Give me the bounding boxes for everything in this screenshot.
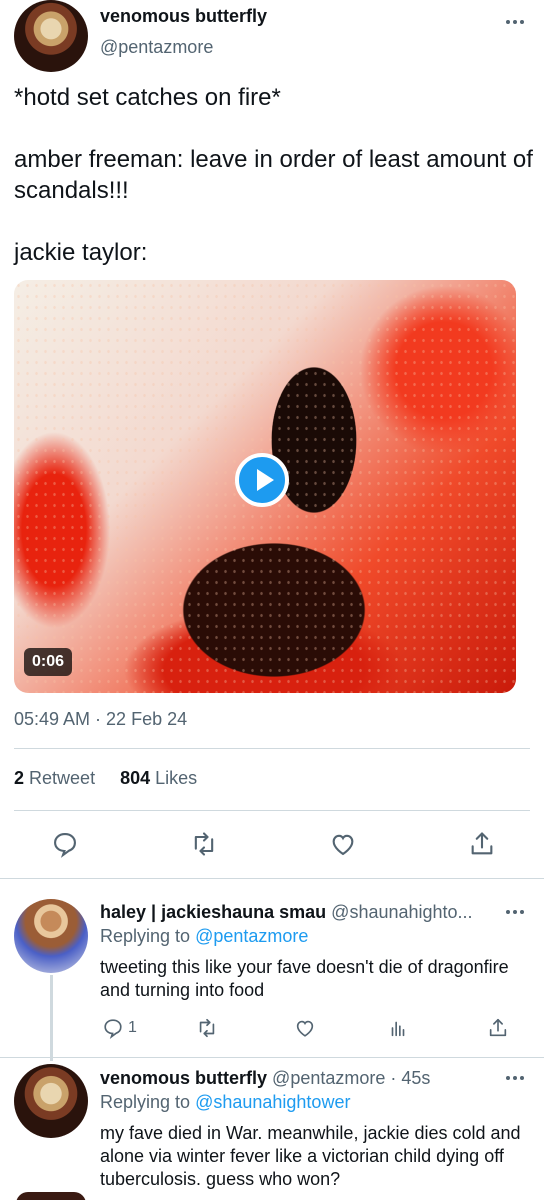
- reply-count: 1: [128, 1019, 137, 1036]
- reply-author-handle[interactable]: @shaunahighto...: [331, 902, 472, 922]
- replying-to: Replying to @shaunahightower: [100, 1092, 350, 1113]
- share-icon[interactable]: [487, 1016, 509, 1040]
- thread-line: [50, 975, 53, 1061]
- reply-author-name[interactable]: haley | jackieshauna smau: [100, 902, 326, 922]
- like-count[interactable]: 804: [120, 768, 150, 788]
- more-options-icon[interactable]: [504, 18, 526, 26]
- reply-avatar[interactable]: [14, 1064, 88, 1138]
- replying-to: Replying to @pentazmore: [100, 926, 308, 947]
- reply-time[interactable]: · 45s: [390, 1068, 430, 1088]
- like-icon[interactable]: [294, 1016, 316, 1040]
- author-avatar[interactable]: [14, 0, 88, 72]
- retweet-icon[interactable]: [189, 829, 219, 859]
- like-label[interactable]: Likes: [155, 768, 197, 788]
- reply-text: tweeting this like your fave doesn't die…: [100, 957, 509, 1000]
- more-options-icon[interactable]: [504, 908, 526, 916]
- next-reply-avatar[interactable]: [16, 1192, 86, 1200]
- reply-header: venomous butterfly @pentazmore · 45s: [100, 1068, 430, 1089]
- tweet-timestamp[interactable]: 05:49 AM · 22 Feb 24: [14, 709, 187, 730]
- reply-author-handle[interactable]: @pentazmore: [272, 1068, 385, 1088]
- tweet-line: *hotd set catches on fire*: [14, 84, 281, 111]
- divider: [0, 878, 544, 879]
- tweet-line: jackie taylor:: [14, 239, 148, 266]
- divider: [0, 1057, 544, 1058]
- reply-icon: [104, 1019, 122, 1039]
- like-icon[interactable]: [328, 829, 358, 859]
- replying-mention[interactable]: @shaunahightower: [195, 1092, 350, 1112]
- tweet-text: *hotd set catches on fire* amber freeman…: [14, 82, 540, 268]
- reply-author-name[interactable]: venomous butterfly: [100, 1068, 267, 1088]
- reply-text: my fave died in War. meanwhile, jackie d…: [100, 1123, 521, 1189]
- divider: [14, 748, 530, 749]
- reply-header: haley | jackieshauna smau @shaunahighto.…: [100, 902, 473, 923]
- replying-mention[interactable]: @pentazmore: [195, 926, 308, 946]
- author-name[interactable]: venomous butterfly: [100, 6, 267, 27]
- reply-avatar[interactable]: [14, 899, 88, 973]
- author-handle[interactable]: @pentazmore: [100, 37, 213, 58]
- tweet-stats: 2 Retweet 804 Likes: [14, 768, 197, 789]
- divider: [14, 810, 530, 811]
- retweet-count[interactable]: 2: [14, 768, 24, 788]
- share-icon[interactable]: [467, 829, 497, 859]
- replying-prefix: Replying to: [100, 1092, 191, 1112]
- retweet-label[interactable]: Retweet: [29, 768, 95, 788]
- video-duration: 0:06: [24, 648, 73, 676]
- retweet-icon[interactable]: [196, 1016, 218, 1040]
- reply-icon[interactable]: [50, 829, 80, 859]
- reply-button[interactable]: 1: [102, 1016, 137, 1040]
- analytics-icon[interactable]: [387, 1016, 409, 1040]
- replying-prefix: Replying to: [100, 926, 191, 946]
- tweet-line: amber freeman: leave in order of least a…: [14, 146, 533, 204]
- more-options-icon[interactable]: [504, 1074, 526, 1082]
- play-icon[interactable]: [235, 453, 289, 507]
- video-player[interactable]: 0:06: [14, 280, 516, 693]
